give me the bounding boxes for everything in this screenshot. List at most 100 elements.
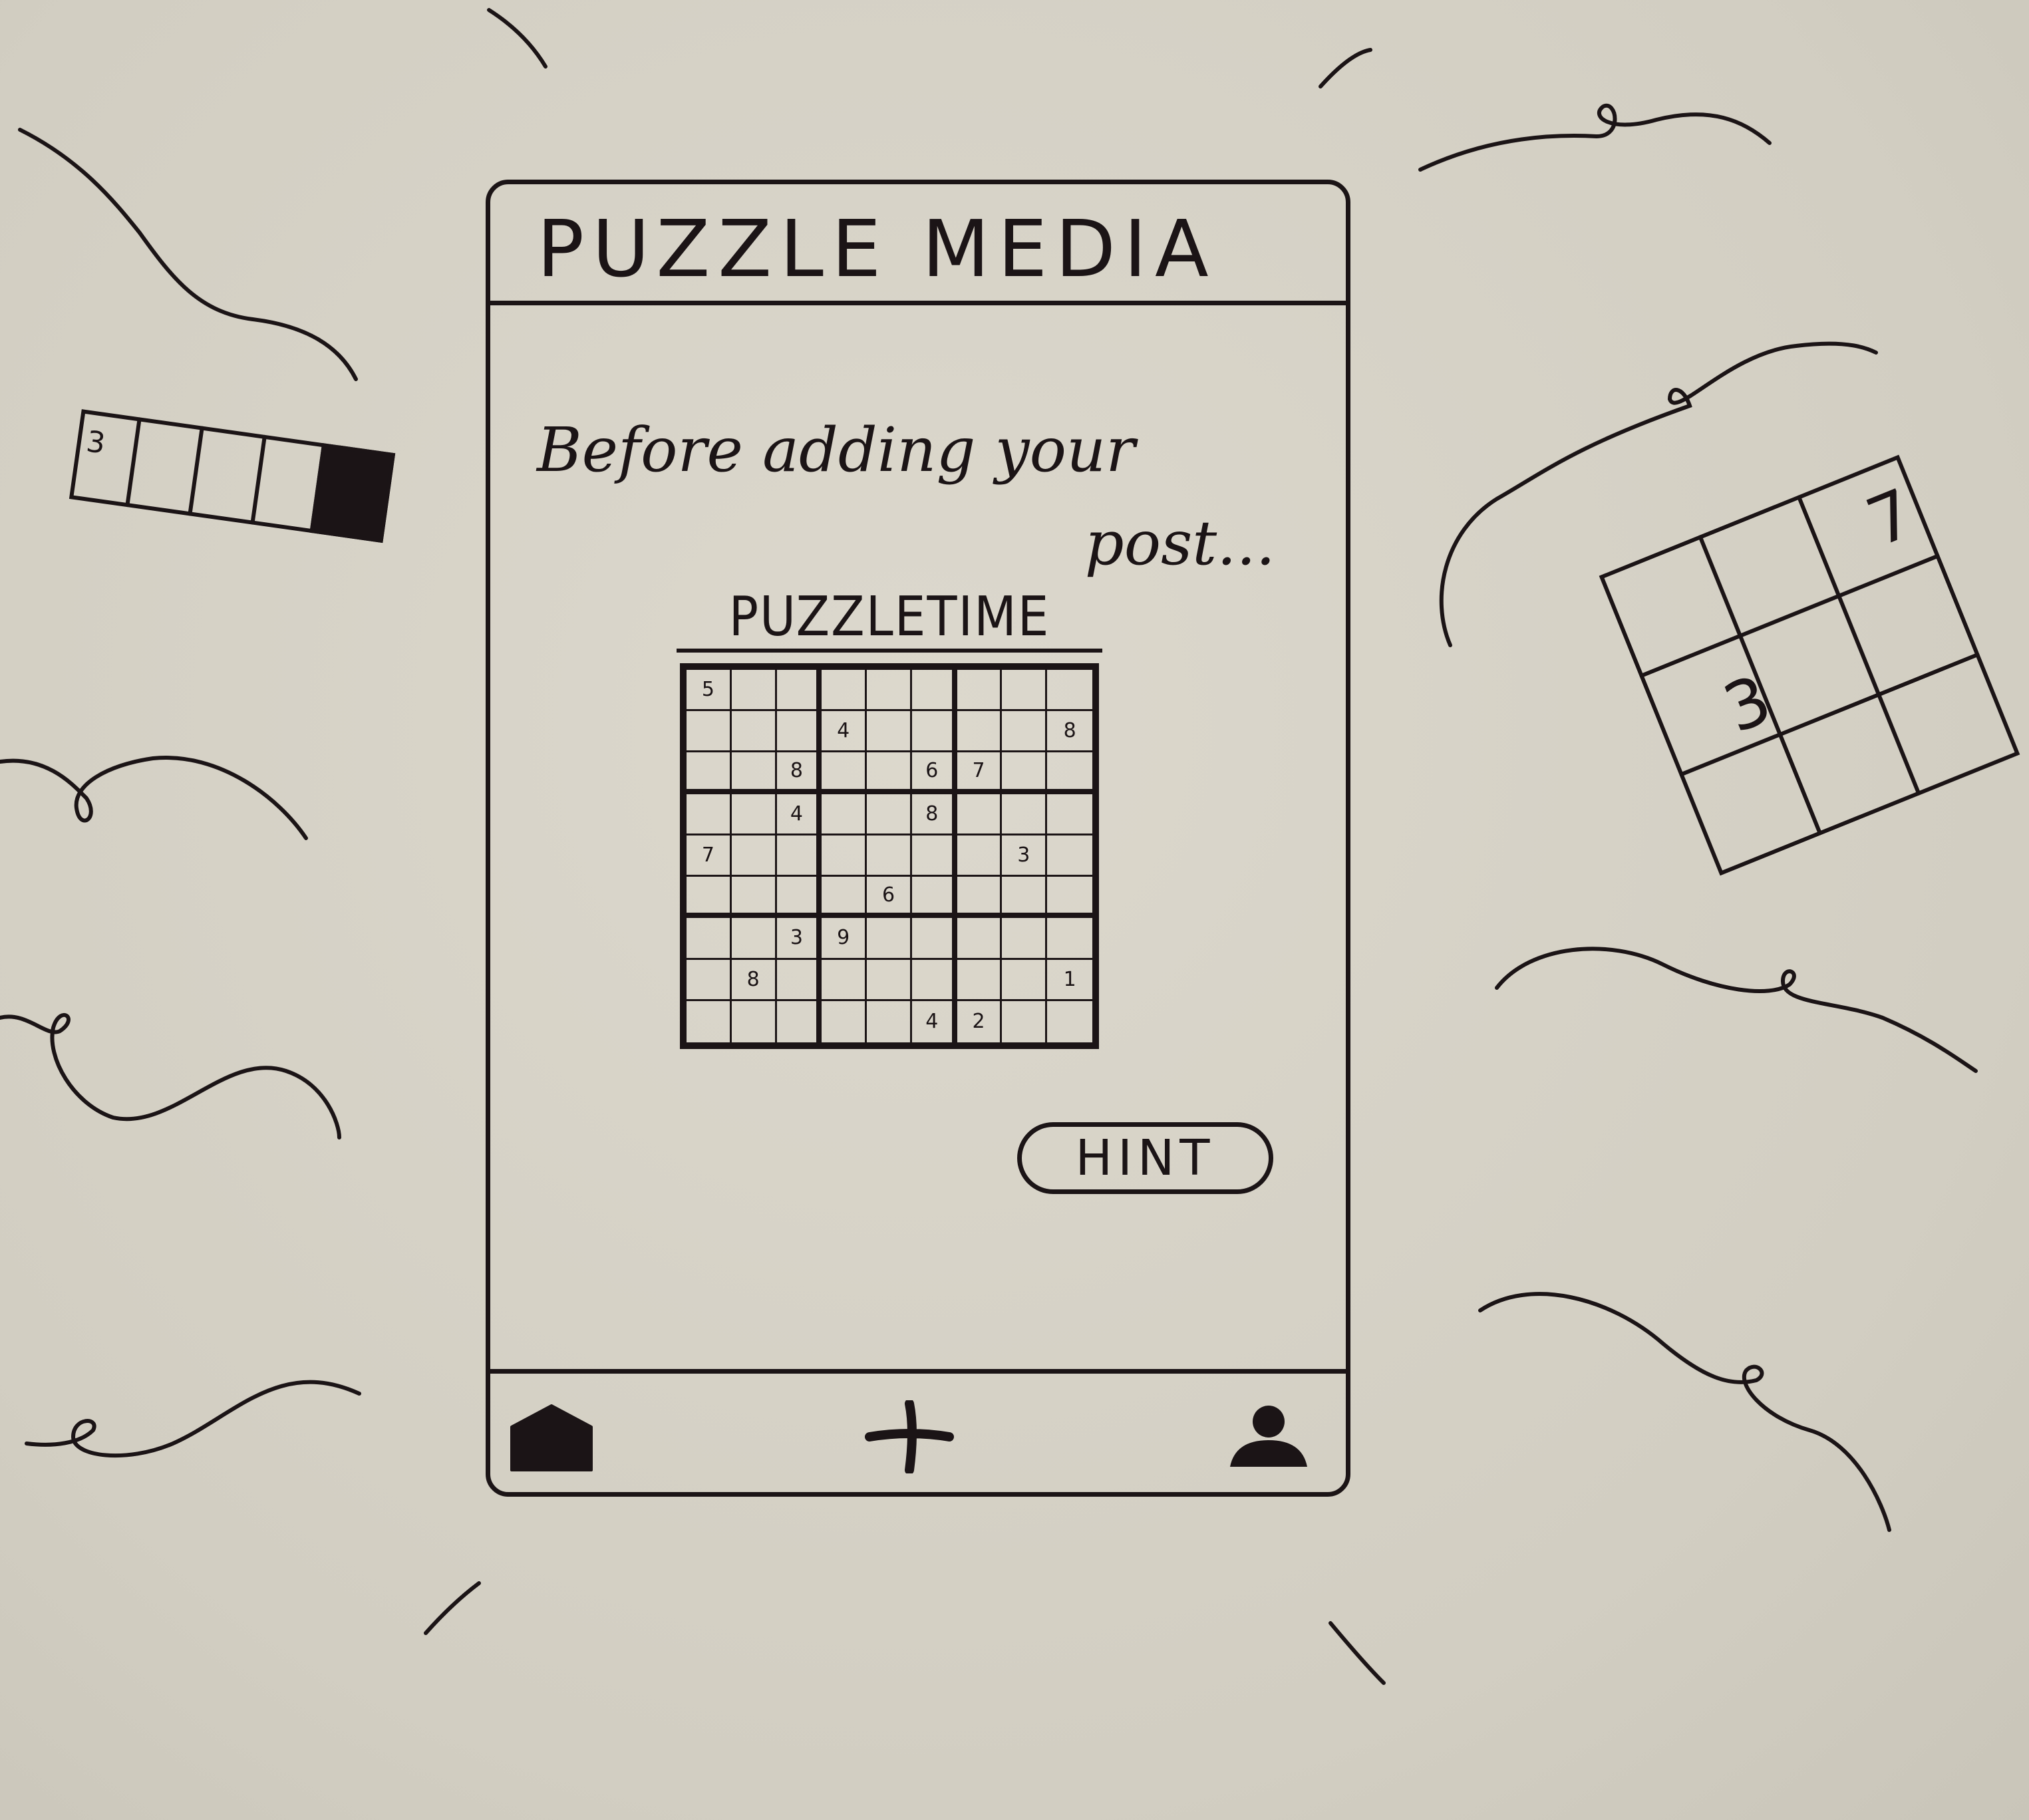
nav-profile-button[interactable] [1222,1400,1315,1473]
sudoku-cell[interactable] [687,711,732,753]
sudoku-cell[interactable] [731,877,777,919]
sudoku-cell[interactable] [1002,918,1048,960]
sudoku-cell[interactable]: 6 [911,752,957,794]
plus-icon [865,1399,954,1475]
sudoku-cell[interactable] [822,670,867,712]
sudoku-cell[interactable] [911,877,957,919]
sudoku-cell[interactable] [1047,794,1092,835]
sudoku-cell[interactable] [911,918,957,960]
sudoku-cell[interactable] [822,1000,867,1042]
sudoku-cell[interactable] [1047,670,1092,712]
burst-line [424,1581,481,1635]
sudoku-cell[interactable] [1002,794,1048,835]
squiggle-line [1418,103,1772,172]
sudoku-cell[interactable] [957,711,1003,753]
sudoku-cell[interactable]: 4 [776,794,822,835]
sudoku-cell[interactable]: 8 [1047,711,1092,753]
sudoku-cell[interactable] [867,959,912,1001]
squiggle-line [1495,947,1978,1073]
sudoku-cell[interactable] [687,959,732,1001]
sudoku-cell[interactable] [867,711,912,753]
sudoku-cell[interactable]: 8 [776,752,822,794]
squiggle-line [25,1380,361,1458]
nav-home-button[interactable] [505,1400,598,1473]
sudoku-cell[interactable] [687,877,732,919]
sudoku-cell[interactable]: 3 [776,918,822,960]
sudoku-cell[interactable] [911,670,957,712]
sudoku-cell[interactable]: 9 [822,918,867,960]
phone-frame: PUZZLE MEDIA Before adding your post... … [486,180,1350,1497]
sudoku-cell[interactable]: 8 [911,794,957,835]
sudoku-cell[interactable] [822,835,867,877]
sudoku-cell[interactable] [957,670,1003,712]
sudoku-cell[interactable]: 7 [687,835,732,877]
sudoku-cell[interactable] [776,959,822,1001]
sudoku-cell[interactable] [867,918,912,960]
sudoku-cell[interactable]: 4 [822,711,867,753]
sudoku-cell[interactable] [731,711,777,753]
sudoku-cell[interactable] [1002,711,1048,753]
sudoku-cell[interactable] [1047,752,1092,794]
sudoku-cell[interactable] [1047,877,1092,919]
sudoku-cell[interactable]: 2 [957,1000,1003,1042]
sudoku-cell[interactable] [911,835,957,877]
left-strip-puzzle [69,409,396,543]
sudoku-cell[interactable] [731,670,777,712]
sudoku-cell[interactable]: 6 [867,877,912,919]
sudoku-cell[interactable] [731,752,777,794]
sudoku-cell[interactable] [957,835,1003,877]
sudoku-cell[interactable] [1047,835,1092,877]
sudoku-cell[interactable] [776,711,822,753]
sudoku-cell[interactable] [776,835,822,877]
hint-button[interactable]: HINT [1017,1122,1273,1194]
sudoku-cell[interactable] [732,1000,777,1042]
sudoku-cell[interactable] [822,959,867,1001]
sudoku-cell[interactable] [1002,1000,1048,1042]
sudoku-cell[interactable] [1047,918,1092,960]
sudoku-cell[interactable] [867,670,912,712]
bottom-nav [490,1369,1346,1492]
sudoku-cell[interactable] [731,835,777,877]
sudoku-cell[interactable] [1002,670,1048,712]
sudoku-cell[interactable]: 1 [1047,960,1092,1001]
intro-line-1: Before adding your [537,414,1136,486]
sudoku-cell[interactable] [867,794,912,835]
sudoku-cell[interactable] [687,1000,732,1042]
sudoku-cell[interactable] [1002,752,1048,794]
squiggle-line [0,756,308,840]
sudoku-cell[interactable]: 4 [912,1000,957,1042]
sudoku-cell[interactable] [731,918,777,960]
sudoku-cell[interactable] [687,918,732,960]
sudoku-cell[interactable] [687,794,732,835]
sudoku-cell[interactable] [777,1000,822,1042]
sudoku-cell[interactable] [867,1000,912,1042]
sudoku-cell[interactable] [957,877,1003,919]
sudoku-cell[interactable] [776,877,822,919]
sudoku-cell[interactable] [867,835,912,877]
intro-line-2: post... [1084,508,1275,579]
sudoku-cell[interactable]: 5 [687,670,732,712]
sudoku-cell[interactable] [911,959,957,1001]
sudoku-cell[interactable] [731,794,777,835]
sudoku-cell[interactable] [867,752,912,794]
sudoku-cell[interactable]: 8 [731,959,777,1001]
right-tilted-grid [1599,454,2020,876]
sudoku-cell[interactable] [822,752,867,794]
nav-add-button[interactable] [863,1399,956,1475]
sudoku-cell[interactable] [957,794,1003,835]
sudoku-cell[interactable] [822,794,867,835]
sudoku-cell[interactable]: 3 [1002,835,1048,877]
sudoku-cell[interactable] [911,711,957,753]
sudoku-cell[interactable] [957,959,1003,1001]
sudoku-cell[interactable] [1047,1001,1092,1042]
sudoku-cell[interactable] [822,877,867,919]
sudoku-cell[interactable]: 7 [957,752,1003,794]
sudoku-cell[interactable] [1002,959,1048,1001]
user-icon [1230,1406,1307,1467]
sudoku-cell[interactable] [776,670,822,712]
sudoku-cell[interactable] [1002,877,1048,919]
sudoku-grid[interactable]: 54886748736398142 [680,663,1099,1049]
sudoku-cell[interactable] [957,918,1003,960]
sudoku-cell[interactable] [687,752,732,794]
squiggle-line [18,128,358,381]
